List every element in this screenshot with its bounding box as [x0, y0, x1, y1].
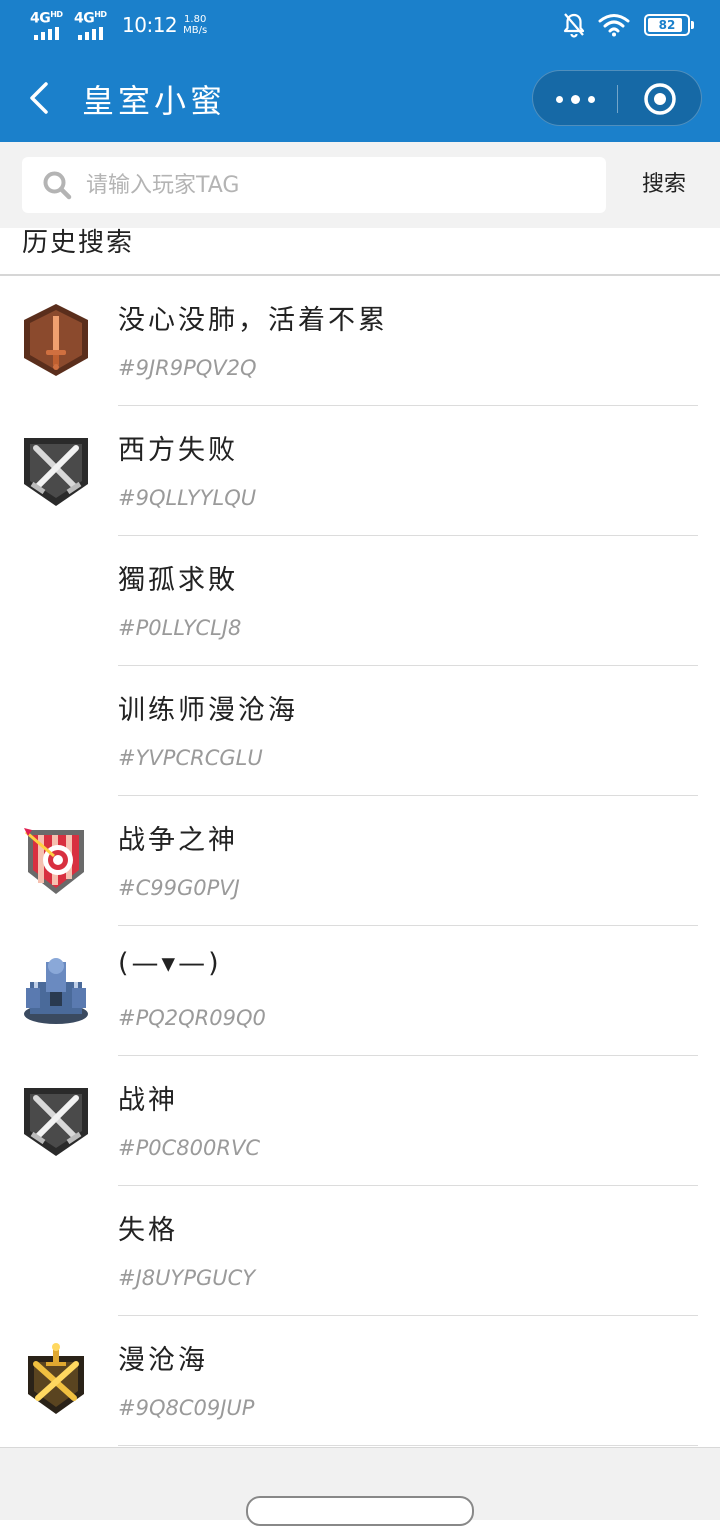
player-name: 没心没肺，活着不累	[118, 305, 388, 336]
list-item[interactable]: 獨孤求敗 #P0LLYCLJ8	[0, 536, 720, 666]
clock: 10:12	[122, 13, 178, 37]
network-sup: HD	[50, 10, 63, 19]
nav-bar: 皇室小蜜	[0, 54, 720, 142]
more-button[interactable]	[533, 71, 617, 127]
history-header-label: 历史搜索	[22, 228, 135, 258]
page-title: 皇室小蜜	[82, 82, 227, 120]
list-item[interactable]: 漫沧海 #9Q8C09JUP	[0, 1316, 720, 1446]
status-right: 82	[562, 12, 694, 38]
player-name: 训练师漫沧海	[118, 695, 298, 726]
player-tag: #9QLLYYLQU	[118, 486, 257, 510]
gold-crossed-swords-icon	[28, 1343, 84, 1414]
target-circle-icon	[644, 83, 676, 115]
net-speed-value: 1.80	[184, 14, 207, 25]
history-header: 历史搜索	[22, 218, 134, 258]
player-tag: #PQ2QR09Q0	[118, 1006, 266, 1030]
player-tag: #YVPCRCGLU	[118, 746, 263, 770]
history-list: 没心没肺，活着不累 #9JR9PQV2Q 西方失败 #9QLLYYLQU 獨孤求…	[0, 276, 720, 1446]
player-tag: #9JR9PQV2Q	[118, 356, 257, 380]
back-button[interactable]	[22, 76, 62, 120]
status-bar: 4GHD 4GHD 10:12 1.80 MB/s 82	[0, 0, 720, 54]
silver-crossed-swords-icon	[24, 438, 88, 506]
wifi-icon	[598, 14, 630, 37]
bronze-sword-icon	[24, 304, 88, 376]
chevron-left-icon	[30, 82, 48, 114]
divider	[118, 1445, 698, 1446]
list-item[interactable]: (—▾—) #PQ2QR09Q0	[0, 926, 720, 1056]
net-speed: 1.80 MB/s	[183, 14, 207, 36]
network-sup: HD	[94, 10, 107, 19]
player-tag: #J8UYPGUCY	[118, 1266, 256, 1290]
player-name: 战争之神	[118, 825, 238, 856]
more-dots-icon	[552, 94, 599, 104]
player-name: 漫沧海	[118, 1345, 208, 1376]
bottom-bar	[0, 1447, 720, 1526]
search-input[interactable]	[86, 157, 586, 213]
target-shield-icon	[24, 828, 84, 894]
list-item[interactable]: 失格 #J8UYPGUCY	[0, 1186, 720, 1316]
search-area: 搜索	[0, 142, 720, 228]
network-label: 4G	[30, 10, 51, 27]
close-button[interactable]	[618, 71, 702, 127]
player-name: 獨孤求敗	[118, 565, 238, 596]
player-tag: #C99G0PVJ	[118, 876, 240, 900]
list-item[interactable]: 训练师漫沧海 #YVPCRCGLU	[0, 666, 720, 796]
capsule-menu	[532, 70, 702, 126]
search-button[interactable]: 搜索	[626, 157, 702, 213]
player-name: 失格	[118, 1215, 178, 1246]
player-tag: #9Q8C09JUP	[118, 1396, 255, 1420]
net-speed-unit: MB/s	[183, 25, 208, 36]
player-name: (—▾—)	[118, 948, 222, 979]
player-name: 西方失败	[118, 435, 238, 466]
battery-icon: 82	[644, 14, 694, 36]
bell-off-icon	[563, 13, 585, 38]
search-box	[22, 157, 606, 213]
silver-crossed-swords-icon	[24, 1088, 88, 1156]
search-icon	[43, 171, 72, 200]
signal-icon: 4GHD	[74, 10, 114, 40]
list-item[interactable]: 战争之神 #C99G0PVJ	[0, 796, 720, 926]
list-item[interactable]: 战神 #P0C800RVC	[0, 1056, 720, 1186]
battery-level: 82	[658, 18, 676, 32]
player-tag: #P0LLYCLJ8	[118, 616, 242, 640]
arena-icon	[24, 958, 88, 1024]
list-item[interactable]: 西方失败 #9QLLYYLQU	[0, 406, 720, 536]
home-indicator[interactable]	[246, 1496, 474, 1526]
signal-icon: 4GHD	[30, 10, 70, 40]
status-left: 4GHD 4GHD 10:12 1.80 MB/s	[30, 10, 207, 40]
player-tag: #P0C800RVC	[118, 1136, 260, 1160]
list-item[interactable]: 没心没肺，活着不累 #9JR9PQV2Q	[0, 276, 720, 406]
network-label: 4G	[74, 10, 95, 27]
player-name: 战神	[118, 1085, 178, 1116]
